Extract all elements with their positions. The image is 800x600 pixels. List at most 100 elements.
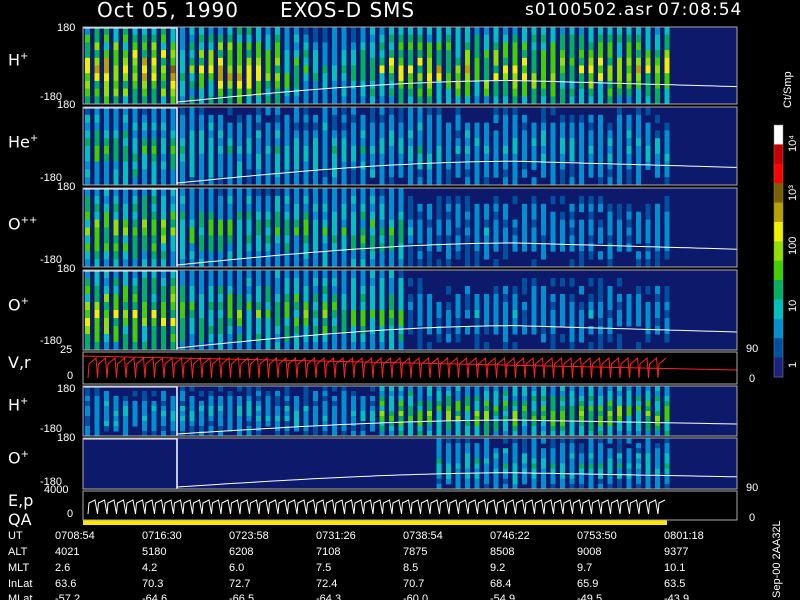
spectrogram-cell xyxy=(588,34,594,43)
spectrogram-cell xyxy=(199,42,204,51)
spectrogram-cell xyxy=(227,130,233,139)
spectrogram-cell xyxy=(151,302,157,311)
spectrogram-cell xyxy=(294,88,299,97)
spectrogram-cell xyxy=(151,421,157,427)
spectrogram-cell xyxy=(199,65,204,74)
spectrogram-cell xyxy=(531,278,537,287)
spectrogram-cell xyxy=(569,57,575,66)
spectrogram-cell xyxy=(436,122,442,131)
spectrogram-cell xyxy=(313,401,318,407)
spectrogram-cell xyxy=(636,251,641,260)
spectrogram-cell xyxy=(265,153,271,163)
spectrogram-cell xyxy=(313,416,318,422)
spectrogram-cell xyxy=(227,416,233,422)
spectrogram-cell xyxy=(142,416,147,422)
spectrogram-cell xyxy=(351,57,356,66)
spectrogram-cell xyxy=(161,401,166,407)
spectrogram-cell xyxy=(370,188,375,197)
spectrogram-cell xyxy=(436,211,442,221)
spectrogram-cell xyxy=(218,130,223,139)
spectrogram-cell xyxy=(294,138,299,147)
spectrogram-cell xyxy=(227,302,233,311)
spectrogram-cell xyxy=(237,278,242,287)
spectrogram-cell xyxy=(189,310,195,319)
spectrogram-cell xyxy=(588,391,594,397)
spectrogram-cell xyxy=(512,243,518,252)
spectrogram-cell xyxy=(294,80,299,90)
spectrogram-cell xyxy=(322,211,328,221)
spectrogram-cell xyxy=(474,235,480,244)
spectrogram-cell xyxy=(655,42,660,51)
spectrogram-cell xyxy=(151,251,157,260)
spectrogram-cell xyxy=(408,195,413,205)
spectrogram-cell xyxy=(512,438,518,444)
spectrogram-cell xyxy=(560,146,565,155)
spectrogram-cell xyxy=(512,50,518,59)
spectrogram-cell xyxy=(427,342,432,351)
spectrogram-cell xyxy=(560,310,565,319)
spectrogram-cell xyxy=(113,161,119,170)
spectrogram-cell xyxy=(313,286,318,295)
spectrogram-cell xyxy=(465,161,470,170)
spectrogram-cell xyxy=(132,130,138,139)
spectrogram-cell xyxy=(550,473,556,480)
eph-cell: 63.6 xyxy=(55,578,77,590)
spectrogram-cell xyxy=(256,342,261,351)
spectrogram-cell xyxy=(360,138,366,147)
spectrogram-cell xyxy=(417,169,423,178)
spectrogram-cell xyxy=(256,235,261,244)
spectrogram-cell xyxy=(199,107,204,116)
spectrogram-cell xyxy=(294,34,299,43)
spectrogram-cell xyxy=(617,27,622,36)
spectrogram-cell xyxy=(199,153,204,163)
spectrogram-cell xyxy=(284,401,290,407)
spectrogram-cell xyxy=(351,401,356,407)
spectrogram-cell xyxy=(265,235,271,244)
spectrogram-cell xyxy=(113,114,119,124)
eph-cell: 7875 xyxy=(403,546,428,558)
spectrogram-cell xyxy=(265,326,271,335)
spectrogram-cell xyxy=(389,114,394,124)
spectrogram-cell xyxy=(189,286,195,295)
spectrogram-cell xyxy=(227,406,233,412)
spectrogram-cell xyxy=(436,453,442,459)
spectrogram-cell xyxy=(493,411,499,417)
spectrogram-cell xyxy=(341,251,347,260)
spectrogram-cell xyxy=(189,270,195,279)
spectrogram-cell xyxy=(227,334,233,343)
spectrogram-cell xyxy=(645,478,651,485)
spectrogram-cell xyxy=(370,57,375,66)
spectrogram-cell xyxy=(104,50,109,59)
spectrogram-cell xyxy=(360,251,366,260)
spectrogram-cell xyxy=(284,334,290,343)
spectrogram-cell xyxy=(550,443,556,449)
spectrogram-cell xyxy=(541,130,546,139)
spectrogram-cell xyxy=(360,219,366,228)
spectrogram-cell xyxy=(617,219,622,228)
spectrogram-cell xyxy=(636,80,641,90)
spectrogram-cell xyxy=(389,426,394,432)
spectrogram-cell xyxy=(360,411,366,417)
spectrogram-cell xyxy=(113,243,119,252)
spectrogram-cell xyxy=(256,50,261,59)
spectrogram-cell xyxy=(351,130,356,139)
spectrogram-cell xyxy=(294,251,299,260)
spectrogram-cell xyxy=(522,326,527,335)
spectrogram-cell xyxy=(636,42,641,51)
spectrogram-cell xyxy=(398,406,404,412)
spectrogram-cell xyxy=(436,401,442,407)
spectrogram-cell xyxy=(104,243,109,252)
spectrogram-cell xyxy=(142,130,147,139)
spectrogram-cell xyxy=(180,270,185,279)
spectrogram-cell xyxy=(417,416,423,422)
spectrogram-cell xyxy=(132,318,138,327)
spectrogram-cell xyxy=(151,80,157,90)
sms-plot-page: Oct 05, 1990 EXOS-D SMS s0100502.asr 07:… xyxy=(0,0,800,600)
spectrogram-cell xyxy=(379,88,385,97)
spectrogram-cell xyxy=(455,219,461,228)
spectrogram-cell xyxy=(218,195,223,205)
spectrogram-cell xyxy=(85,426,90,432)
spectrogram-cell xyxy=(398,326,404,335)
spectrogram-cell xyxy=(294,107,299,116)
spectrogram-cell xyxy=(313,219,318,228)
